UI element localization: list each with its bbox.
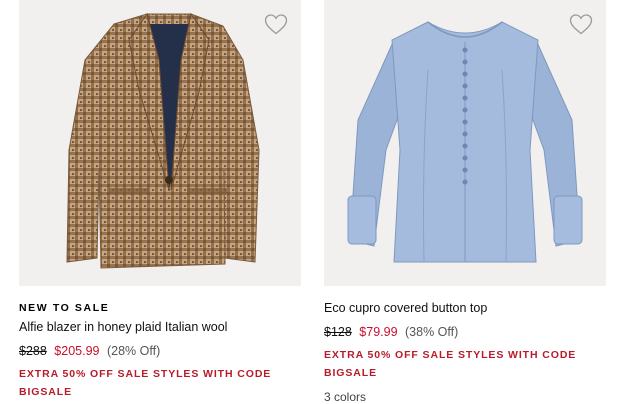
plaid-blazer-image xyxy=(66,12,260,269)
promo-message: EXTRA 50% OFF SALE STYLES WITH CODE BIGS… xyxy=(324,349,577,379)
promo-message: EXTRA 50% OFF SALE STYLES WITH CODE BIGS… xyxy=(19,368,272,398)
price-row: $288 $205.99 (28% Off) xyxy=(19,343,301,359)
product-image-blouse[interactable] xyxy=(324,0,606,286)
blue-blouse-image xyxy=(347,21,583,263)
original-price: $288 xyxy=(19,344,47,358)
sale-price: $205.99 xyxy=(54,344,100,358)
discount-percent: (38% Off) xyxy=(405,325,459,339)
product-name[interactable]: Alfie blazer in honey plaid Italian wool xyxy=(19,319,301,335)
product-name[interactable]: Eco cupro covered button top xyxy=(324,300,606,316)
product-image-blazer[interactable] xyxy=(19,0,301,286)
price-row: $128 $79.99 (38% Off) xyxy=(324,324,606,340)
wishlist-heart-icon[interactable] xyxy=(263,12,289,36)
product-card-blouse[interactable]: Eco cupro covered button top $128 $79.99… xyxy=(324,0,606,404)
original-price: $128 xyxy=(324,325,352,339)
discount-percent: (28% Off) xyxy=(106,344,161,358)
color-count[interactable]: 3 colors xyxy=(324,390,606,404)
new-to-sale-badge: NEW TO SALE xyxy=(19,302,110,314)
sale-price: $79.99 xyxy=(359,325,398,339)
wishlist-heart-icon[interactable] xyxy=(568,12,594,36)
product-card-blazer[interactable]: NEW TO SALE Alfie blazer in honey plaid … xyxy=(19,0,301,401)
